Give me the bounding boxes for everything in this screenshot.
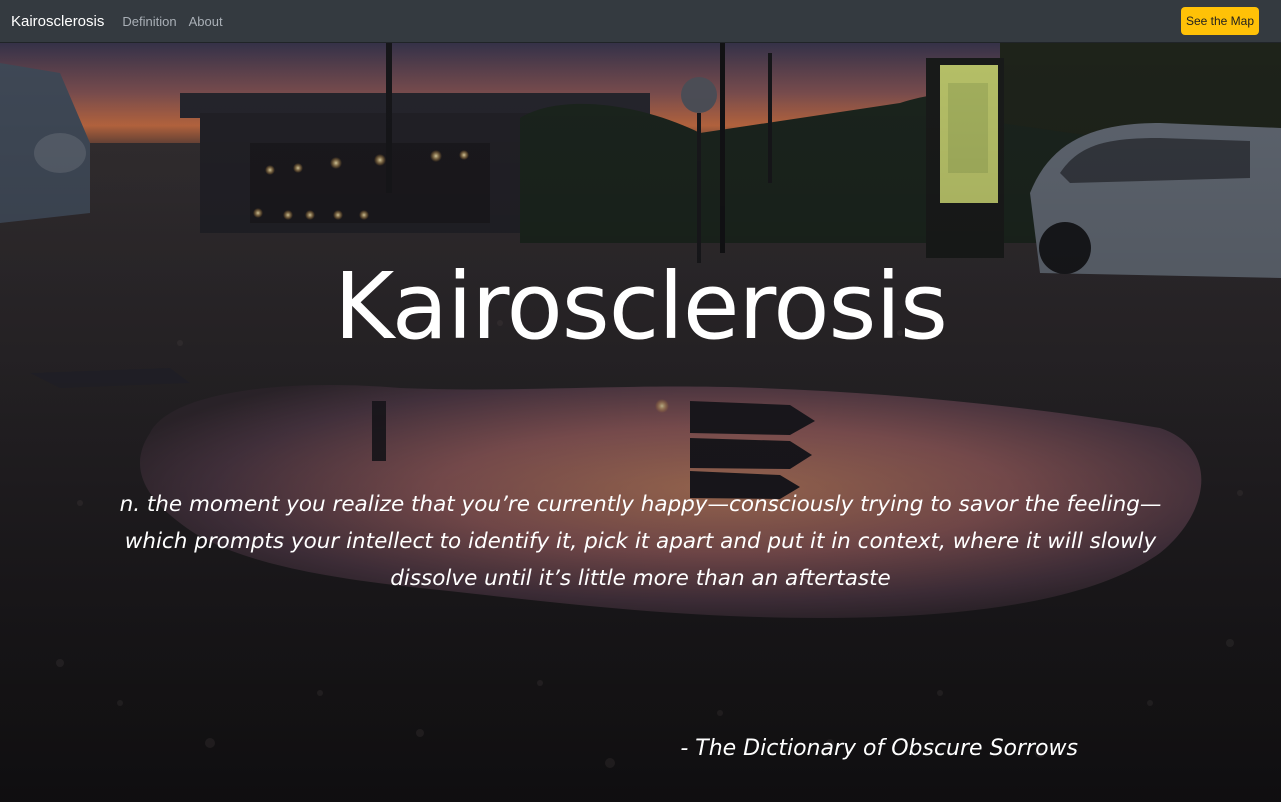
navbar: Kairosclerosis Definition About See the …: [0, 0, 1281, 43]
hero-section: Kairosclerosis n. the moment you realize…: [0, 43, 1281, 802]
hero-title: Kairosclerosis: [334, 253, 948, 360]
definition-text: n. the moment you realize that you’re cu…: [119, 492, 1162, 591]
nav-link-about[interactable]: About: [189, 14, 223, 29]
brand-link[interactable]: Kairosclerosis: [11, 13, 104, 30]
see-the-map-button[interactable]: See the Map: [1180, 7, 1259, 35]
attribution-text: - The Dictionary of Obscure Sorrows: [680, 736, 1078, 761]
hero-background-image: [0, 43, 1281, 802]
nav-link-definition[interactable]: Definition: [122, 14, 176, 29]
